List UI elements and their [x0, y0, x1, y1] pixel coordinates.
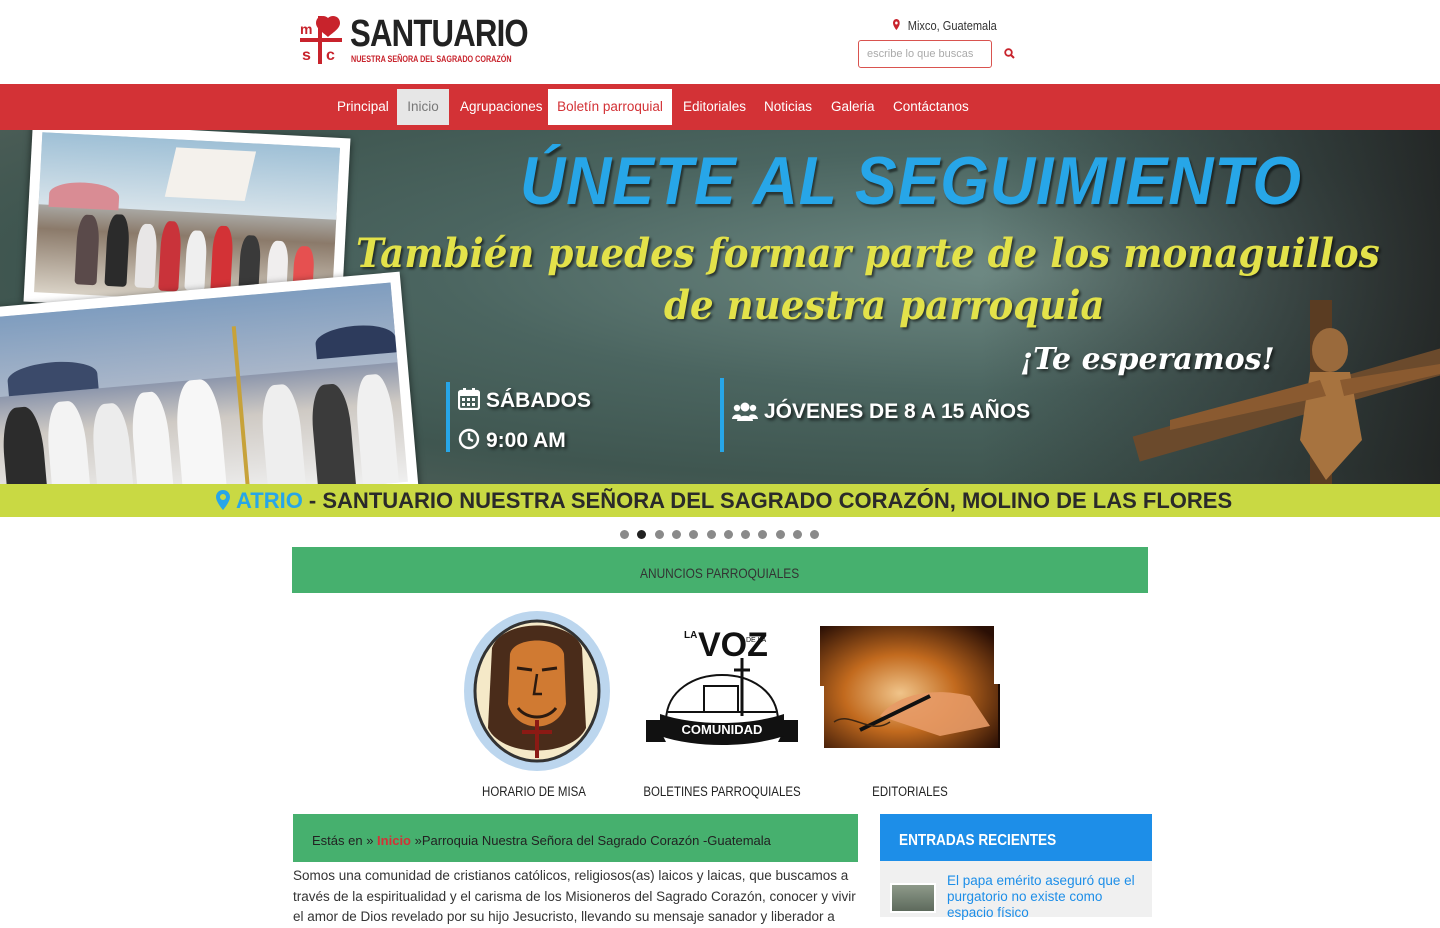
svg-text:m: m — [300, 21, 312, 37]
hero-divider-right — [720, 378, 724, 452]
hero-ages-text: JÓVENES DE 8 A 15 AÑOS — [764, 400, 1031, 423]
search-input[interactable] — [858, 40, 992, 68]
hero-location-strip: ATRIO - SANTUARIO NUESTRA SEÑORA DEL SAG… — [0, 484, 1440, 517]
nav-item-agrupaciones[interactable]: Agrupaciones — [449, 89, 554, 125]
jesus-illustration-icon — [464, 611, 610, 771]
msc-logo-mark-icon: m s c — [300, 15, 342, 64]
card-label-editoriales: EDITORIALES — [872, 784, 948, 799]
slider-dot[interactable] — [689, 530, 699, 539]
svg-text:COMUNIDAD: COMUNIDAD — [682, 722, 763, 737]
nav-item-galeria[interactable]: Galeria — [820, 89, 886, 125]
map-marker-icon — [216, 490, 230, 510]
nav-item-inicio[interactable]: Inicio — [397, 89, 449, 125]
recent-post-link[interactable]: El papa emérito aseguró que el purgatori… — [947, 873, 1147, 921]
crucifix-image — [1132, 300, 1440, 484]
clock-icon — [458, 428, 480, 450]
main-nav: Principal Inicio Agrupaciones Boletín pa… — [0, 84, 1440, 130]
svg-text:LA: LA — [684, 630, 697, 641]
la-voz-logo-icon: LA VOZ DE LA COMUNIDAD — [646, 626, 798, 745]
card-label-horario: HORARIO DE MISA — [482, 784, 586, 799]
card-editoriales[interactable]: EDITORIALES — [800, 608, 1020, 808]
hero-location: ATRIO - SANTUARIO NUESTRA SEÑORA DEL SAG… — [216, 488, 1232, 514]
slider-dot[interactable] — [758, 530, 768, 539]
recent-posts-list: El papa emérito aseguró que el purgatori… — [880, 861, 1152, 920]
nav-item-noticias[interactable]: Noticias — [753, 89, 823, 125]
site-logo[interactable]: m s c SANTUARIO NUESTRA SEÑORA DEL SAGRA… — [298, 12, 529, 70]
slider-dot[interactable] — [706, 530, 716, 539]
announcements-header: ANUNCIOS PARROQUIALES — [292, 547, 1148, 593]
svg-text:c: c — [326, 47, 335, 64]
logo-subtitle: NUESTRA SEÑORA DEL SAGRADO CORAZÓN — [351, 54, 512, 64]
slider-dot[interactable] — [671, 530, 681, 539]
hero-photo-altar-servers — [0, 271, 419, 484]
hero-slider[interactable]: ÚNETE AL SEGUIMIENTO También puedes form… — [0, 130, 1440, 484]
logo-title: SANTUARIO — [350, 13, 529, 55]
location: Mixco, Guatemala — [893, 18, 997, 33]
intro-paragraph: Somos una comunidad de cristianos católi… — [293, 868, 856, 924]
slider-dot[interactable] — [620, 530, 629, 539]
card-boletines-parroquiales[interactable]: LA VOZ DE LA COMUNIDAD BOLETINES PARROQU… — [612, 608, 832, 808]
nav-item-principal[interactable]: Principal — [326, 89, 400, 125]
recent-posts-title: ENTRADAS RECIENTES — [899, 832, 1057, 849]
card-label-boletines: BOLETINES PARROQUIALES — [643, 784, 801, 799]
hero-day: SÁBADOS — [457, 388, 592, 413]
search-button[interactable] — [1000, 45, 1018, 63]
site-header: m s c SANTUARIO NUESTRA SEÑORA DEL SAGRA… — [0, 0, 1440, 84]
slider-dot[interactable] — [793, 530, 802, 539]
nav-item-boletin[interactable]: Boletín parroquial — [548, 89, 672, 125]
hero-location-rest: - SANTUARIO NUESTRA SEÑORA DEL SAGRADO C… — [302, 488, 1233, 513]
breadcrumb-home-link[interactable]: Inicio — [377, 833, 411, 848]
svg-text:DE LA: DE LA — [746, 637, 767, 644]
hero-time: 9:00 AM — [458, 428, 566, 453]
hero-invite: ¡Te esperamos! — [1020, 342, 1275, 377]
recent-posts-header: ENTRADAS RECIENTES — [880, 814, 1152, 861]
writing-hand-image — [820, 626, 1000, 748]
breadcrumb-prefix: Estás en » — [312, 833, 378, 848]
users-icon — [732, 402, 758, 421]
nav-item-editoriales[interactable]: Editoriales — [672, 89, 757, 125]
map-marker-icon — [893, 19, 903, 33]
svg-text:s: s — [302, 47, 311, 64]
card-horario-de-misa[interactable]: HORARIO DE MISA — [424, 608, 644, 808]
hero-subtitle-line2: de nuestra parroquia — [664, 282, 1105, 329]
search-icon — [1003, 47, 1015, 59]
slider-dot[interactable] — [810, 530, 820, 539]
hero-location-highlight: ATRIO — [236, 488, 303, 513]
slider-dot[interactable] — [637, 530, 647, 539]
slider-dot[interactable] — [723, 530, 733, 539]
announcements-title: ANUNCIOS PARROQUIALES — [640, 565, 800, 581]
location-text: Mixco, Guatemala — [907, 18, 997, 33]
hero-day-text: SÁBADOS — [486, 389, 592, 412]
hero-ages: JÓVENES DE 8 A 15 AÑOS — [732, 400, 1030, 424]
slider-dot[interactable] — [775, 530, 785, 539]
hero-divider-left — [446, 382, 450, 452]
svg-text:VOZ: VOZ — [698, 626, 768, 664]
breadcrumb: Estás en » Inicio »Parroquia Nuestra Señ… — [293, 814, 858, 862]
hero-title: ÚNETE AL SEGUIMIENTO — [520, 143, 1302, 219]
recent-post-thumbnail[interactable] — [890, 883, 936, 913]
nav-item-contactanos[interactable]: Contáctanos — [882, 89, 980, 125]
slider-dot[interactable] — [741, 530, 751, 539]
slider-dot[interactable] — [654, 530, 664, 539]
hero-time-text: 9:00 AM — [486, 429, 566, 452]
breadcrumb-current: »Parroquia Nuestra Señora del Sagrado Co… — [411, 833, 771, 848]
hero-subtitle-line1: También puedes formar parte de los monag… — [356, 230, 1380, 277]
calendar-icon — [457, 388, 481, 411]
